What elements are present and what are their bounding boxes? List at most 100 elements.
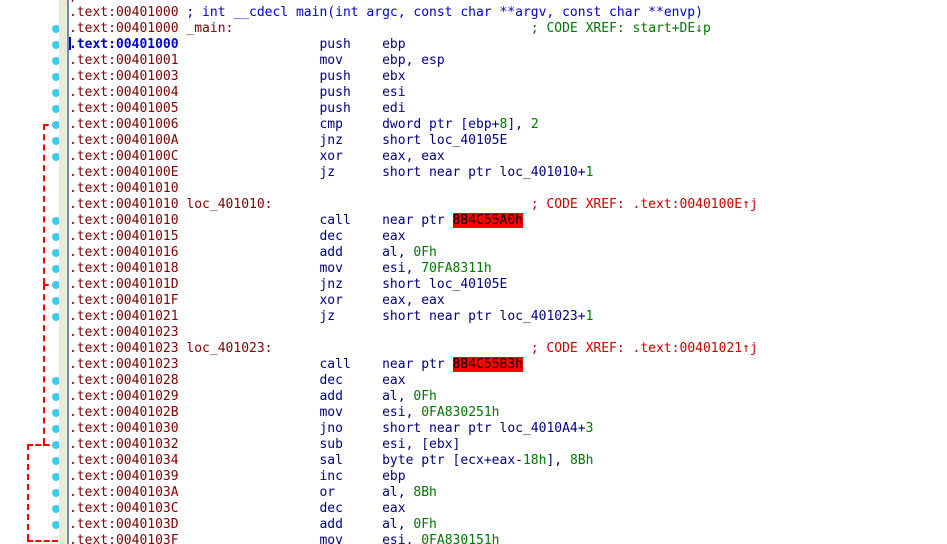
disasm-line[interactable]: .text:00401028 dec eax: [69, 373, 406, 389]
disasm-line[interactable]: .text:0040102B mov esi, 0FA830251h: [69, 405, 500, 421]
disasm-line[interactable]: .text:0040101F xor eax, eax: [69, 293, 445, 309]
disasm-line[interactable]: .text:0040100C xor eax, eax: [69, 149, 445, 165]
instruction-mnemonic: sub: [319, 437, 383, 452]
disasm-line[interactable]: .text:00401004 push esi: [69, 85, 406, 101]
disasm-line[interactable]: .text:0040100A jnz short loc_40105E: [69, 133, 507, 149]
disasm-line[interactable]: .text:00401005 push edi: [69, 101, 406, 117]
pad: [273, 197, 531, 212]
pad: [179, 133, 320, 148]
code-label[interactable]: loc_401023:: [179, 341, 272, 356]
disasm-line[interactable]: .text:00401010: [69, 181, 179, 197]
pad: [273, 341, 531, 356]
disasm-line[interactable]: .text:00401030 jno short near ptr loc_40…: [69, 421, 593, 437]
instruction-mnemonic: push: [319, 37, 383, 52]
instruction-operands: esi, [ebx]: [382, 437, 461, 452]
immediate-value: 0Fh: [413, 245, 437, 260]
instruction-operands: short loc_40105E: [382, 277, 508, 292]
pad: [179, 277, 320, 292]
line-address: .text:00401034: [69, 453, 179, 468]
line-address: .text:0040101F: [69, 293, 179, 308]
pad: [179, 389, 320, 404]
code-label[interactable]: _main:: [179, 21, 233, 36]
instruction-operands: eax: [382, 373, 406, 388]
line-address: .text:00401006: [69, 117, 179, 132]
xref-comment: ; CODE XREF: start+DE↓p: [530, 21, 711, 36]
pad: [179, 117, 320, 132]
instruction-mnemonic: call: [319, 213, 383, 228]
disasm-line[interactable]: .text:00401010 loc_401010: ; CODE XREF: …: [69, 197, 758, 213]
line-address: .text:00401015: [69, 229, 179, 244]
disasm-line[interactable]: .text:00401016 add al, 0Fh: [69, 245, 437, 261]
instruction-operands: esi, 0FA830251h: [382, 405, 500, 420]
line-address: .text:00401010: [69, 181, 179, 196]
pad: [179, 101, 320, 116]
disasm-line[interactable]: .text:0040103D add al, 0Fh: [69, 517, 437, 533]
disasm-line[interactable]: .text:0040103F mov esi, 0FA830151h: [69, 533, 500, 544]
line-address: .text:00401029: [69, 389, 179, 404]
disasm-line[interactable]: .text:00401018 mov esi, 70FA8311h: [69, 261, 492, 277]
pad: [179, 149, 320, 164]
instruction-mnemonic: push: [319, 69, 383, 84]
immediate-value: 0FA830151h: [421, 533, 500, 544]
disasm-line[interactable]: .text:00401039 inc ebp: [69, 469, 406, 485]
immediate-value: 70FA8311h: [421, 261, 492, 276]
highlighted-operand[interactable]: 8B4C55B3h: [452, 357, 523, 372]
line-address: .text:00401003: [69, 69, 179, 84]
immediate-value: 1: [585, 309, 594, 324]
pad: [179, 469, 320, 484]
disasm-line[interactable]: .text:00401023 call near ptr 8B4C55B3h: [69, 357, 523, 373]
instruction-mnemonic: cmp: [319, 117, 383, 132]
code-label[interactable]: loc_401010:: [179, 197, 272, 212]
disasm-line[interactable]: .text:00401003 push ebx: [69, 69, 406, 85]
instruction-mnemonic: mov: [319, 53, 383, 68]
disasm-line[interactable]: .text:00401000 ; int __cdecl main(int ar…: [69, 5, 703, 21]
pad: [179, 501, 320, 516]
disasm-line[interactable]: .text:00401000 _main: ; CODE XREF: start…: [69, 21, 711, 37]
line-address: .text:00401023: [69, 357, 179, 372]
disasm-line[interactable]: .text:00401023: [69, 325, 179, 341]
code-listing[interactable]: ;---------------------------------------…: [69, 0, 947, 544]
disassembly-view[interactable]: ;---------------------------------------…: [0, 0, 947, 544]
instruction-mnemonic: add: [319, 245, 383, 260]
disasm-line[interactable]: .text:00401029 add al, 0Fh: [69, 389, 437, 405]
line-address: .text:00401010: [69, 197, 179, 212]
pad: [179, 229, 320, 244]
line-address: .text:0040100E: [69, 165, 179, 180]
immediate-value: 18h: [522, 453, 547, 468]
disasm-line[interactable]: .text:0040101D jnz short loc_40105E: [69, 277, 507, 293]
pad: [179, 293, 320, 308]
line-address: .text:00401023: [69, 341, 179, 356]
pad: [179, 485, 320, 500]
disasm-line[interactable]: .text:00401021 jz short near ptr loc_401…: [69, 309, 593, 325]
disasm-line[interactable]: .text:00401034 sal byte ptr [ecx+eax-18h…: [69, 453, 593, 469]
highlighted-operand[interactable]: 8B4C55A0h: [452, 213, 523, 228]
instruction-operands: esi: [382, 85, 406, 100]
disasm-line[interactable]: .text:0040103C dec eax: [69, 501, 406, 517]
instruction-operands: short near ptr loc_4010A4+3: [382, 421, 594, 436]
line-address: .text:00401000: [69, 21, 179, 36]
instruction-operands: esi, 70FA8311h: [382, 261, 492, 276]
disasm-line[interactable]: .text:00401023 loc_401023: ; CODE XREF: …: [69, 341, 758, 357]
instruction-operands: al, 8Bh: [382, 485, 437, 500]
instruction-operands: near ptr: [382, 357, 453, 372]
pad: [179, 53, 320, 68]
pad: [179, 213, 320, 228]
xref-comment: ; CODE XREF: .text:00401021↑j: [530, 341, 758, 356]
jump-arrow-4010a4: [27, 444, 29, 540]
xref-comment: ; CODE XREF: .text:0040100E↑j: [530, 197, 758, 212]
disasm-line[interactable]: .text:00401001 mov ebp, esp: [69, 53, 445, 69]
line-address: .text:00401005: [69, 101, 179, 116]
instruction-mnemonic: jno: [319, 421, 383, 436]
instruction-operands: eax: [382, 229, 406, 244]
disasm-line[interactable]: .text:00401010 call near ptr 8B4C55A0h: [69, 213, 523, 229]
line-address: .text:0040103A: [69, 485, 179, 500]
disasm-line[interactable]: .text:00401000 push ebp: [69, 37, 406, 53]
disasm-line[interactable]: .text:0040103A or al, 8Bh: [69, 485, 437, 501]
disasm-line[interactable]: .text:00401006 cmp dword ptr [ebp+8], 2: [69, 117, 539, 133]
disasm-line[interactable]: .text:0040100E jz short near ptr loc_401…: [69, 165, 593, 181]
disasm-line[interactable]: .text:00401015 dec eax: [69, 229, 406, 245]
pad: [179, 245, 320, 260]
immediate-value: 2: [530, 117, 539, 132]
instruction-operands: eax, eax: [382, 149, 445, 164]
disasm-line[interactable]: .text:00401032 sub esi, [ebx]: [69, 437, 460, 453]
